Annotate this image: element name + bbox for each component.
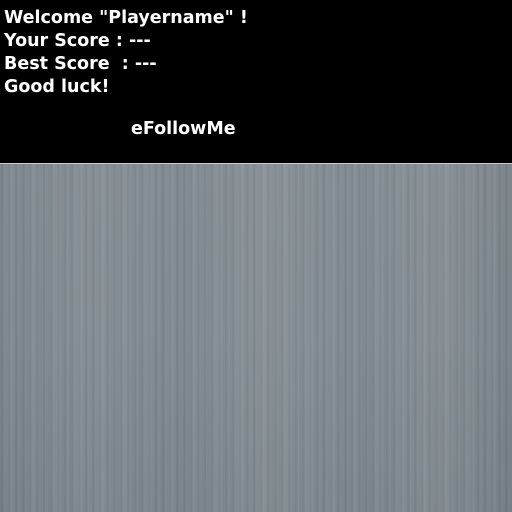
welcome-message: Welcome "Playername" ! [4,8,248,28]
best-score: Best Score : --- [4,54,157,74]
your-score: Your Score : --- [4,31,151,51]
game-title: eFollowMe [131,119,236,139]
score-panel: Welcome "Playername" ! Your Score : --- … [0,0,512,163]
good-luck-message: Good luck! [4,77,110,97]
play-area[interactable] [0,164,512,512]
game-screen: Welcome "Playername" ! Your Score : --- … [0,0,512,512]
